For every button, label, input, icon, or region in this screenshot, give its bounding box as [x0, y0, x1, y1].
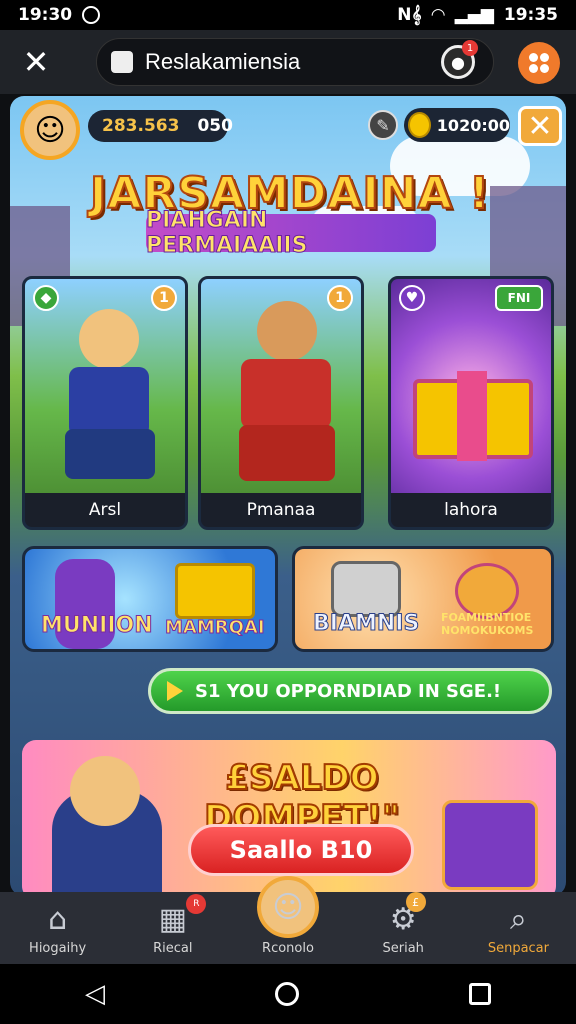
- notification-badge: 1: [462, 40, 478, 56]
- search-icon: ⌕: [510, 901, 527, 937]
- tab-label: Senpacar: [487, 941, 549, 956]
- banner-text: MAMRQAI: [165, 617, 266, 639]
- tab-search[interactable]: ⌕ Senpacar: [461, 892, 576, 964]
- app-menu-button[interactable]: [518, 42, 560, 84]
- browser-toolbar: ✕ Reslakamiensia ● 1: [0, 30, 576, 94]
- network-indicator: N𝄞: [397, 5, 422, 25]
- hero-head: [79, 309, 139, 369]
- notification-button[interactable]: ● 1: [441, 40, 478, 79]
- promo-button[interactable]: S1 YOU OPPORNDIAD IN SGE.!: [148, 668, 552, 714]
- bottom-tab-bar: ⌂ Hiogaihy ▦ R Riecal ☺ Rconolo ⚙ £ Seri…: [0, 876, 576, 964]
- gift-ribbon: [457, 371, 487, 461]
- mission-banner[interactable]: MUNIION MAMRQAI: [22, 546, 278, 652]
- game-close-button[interactable]: ✕: [518, 106, 562, 146]
- system-nav-bar: ◁: [0, 964, 576, 1024]
- hero-body: [241, 359, 331, 429]
- status-bar: 19:30 N𝄞 ◠ ▂▄▆ 19:35: [0, 0, 576, 30]
- grid-icon: ▦: [158, 901, 187, 937]
- tab-home[interactable]: ⌂ Hiogaihy: [0, 892, 115, 964]
- card-type-icon: ◆: [33, 285, 59, 311]
- tab-profile[interactable]: ☺ Rconolo: [230, 876, 345, 964]
- gem-icon: [408, 112, 431, 138]
- hero-body: [69, 367, 149, 437]
- tab-label: Rconolo: [262, 941, 314, 956]
- hero-head: [257, 301, 317, 361]
- banner-text: BIAMNIS: [312, 611, 420, 637]
- hero-head: [70, 756, 140, 826]
- home-icon: ⌂: [48, 901, 68, 937]
- item-icon: [331, 561, 401, 617]
- promo-text: S1 YOU OPPORNDIAD IN SGE.!: [195, 680, 502, 702]
- status-time: 19:30: [18, 5, 73, 25]
- tab-label: Hiogaihy: [29, 941, 87, 956]
- player-avatar[interactable]: ☺: [20, 100, 80, 160]
- url-title: Reslakamiensia: [145, 49, 301, 74]
- treasure-chest-icon: [175, 563, 255, 619]
- wallet-banner[interactable]: £SALDO DOMPET!" Saallo B10: [22, 740, 556, 896]
- whatsapp-icon: [82, 6, 101, 24]
- profile-avatar-icon: ☺: [257, 876, 319, 938]
- close-icon[interactable]: ✕: [16, 42, 56, 82]
- wifi-icon: ◠: [431, 5, 445, 25]
- recents-icon[interactable]: [469, 983, 491, 1005]
- signal-icon: ▂▄▆: [454, 5, 494, 25]
- banner-text: FOAMIIBNTIOE NOMOKUKOMS: [441, 611, 534, 637]
- card-label: Pmanaa: [201, 493, 361, 527]
- tab-settings[interactable]: ⚙ £ Seriah: [346, 892, 461, 964]
- card-label: Arsl: [25, 493, 185, 527]
- tab-badge: £: [405, 892, 426, 912]
- back-icon[interactable]: ◁: [85, 979, 105, 1009]
- face-icon: ☺: [34, 112, 66, 148]
- gift-icon: ♥: [399, 285, 425, 311]
- site-icon: [111, 51, 133, 73]
- card-art: [391, 279, 551, 497]
- character-card[interactable]: 1 Pmanaa: [198, 276, 364, 530]
- wrench-icon[interactable]: ✎: [368, 110, 398, 140]
- url-bar[interactable]: Reslakamiensia ● 1: [96, 38, 494, 86]
- tab-grid[interactable]: ▦ R Riecal: [115, 892, 230, 964]
- game-subtitle: PIAHGAIN PERMAIAAIIS: [146, 208, 436, 259]
- character-card[interactable]: ◆ 1 Arsl: [22, 276, 188, 530]
- card-level-badge: 1: [327, 285, 353, 311]
- tab-badge: R: [186, 894, 207, 914]
- reward-card[interactable]: ♥ FNI lahora: [388, 276, 554, 530]
- coin-amount: 283.563: [102, 116, 180, 136]
- shop-banner[interactable]: BIAMNIS FOAMIIBNTIOE NOMOKUKOMS: [292, 546, 554, 652]
- bell-icon: ●: [451, 52, 465, 72]
- banner-text: MUNIION: [41, 613, 154, 639]
- game-topbar: ☺ 283.563 050 ✎ 1020:00 ✕: [16, 100, 562, 160]
- gem-counter: 1020:00: [404, 108, 510, 142]
- play-icon: [167, 681, 183, 701]
- card-art: [25, 279, 185, 497]
- coin-counter: 283.563 050: [88, 110, 233, 142]
- wallet-button[interactable]: Saallo B10: [188, 824, 414, 876]
- hero-legs: [239, 425, 335, 481]
- card-label: lahora: [391, 493, 551, 527]
- coin-small-amount: 050: [197, 116, 233, 136]
- gem-amount: 1020:00: [436, 115, 510, 135]
- tab-label: Riecal: [153, 941, 193, 956]
- game-screen: ☺ 283.563 050 ✎ 1020:00 ✕ JARSAMDAINA ! …: [10, 96, 566, 896]
- home-circle-icon[interactable]: [275, 982, 299, 1006]
- card-badge: FNI: [495, 285, 543, 311]
- card-level-badge: 1: [151, 285, 177, 311]
- tab-label: Seriah: [382, 941, 424, 956]
- status-clock-right: 19:35: [503, 5, 558, 25]
- hero-legs: [65, 429, 155, 479]
- card-art: [201, 279, 361, 497]
